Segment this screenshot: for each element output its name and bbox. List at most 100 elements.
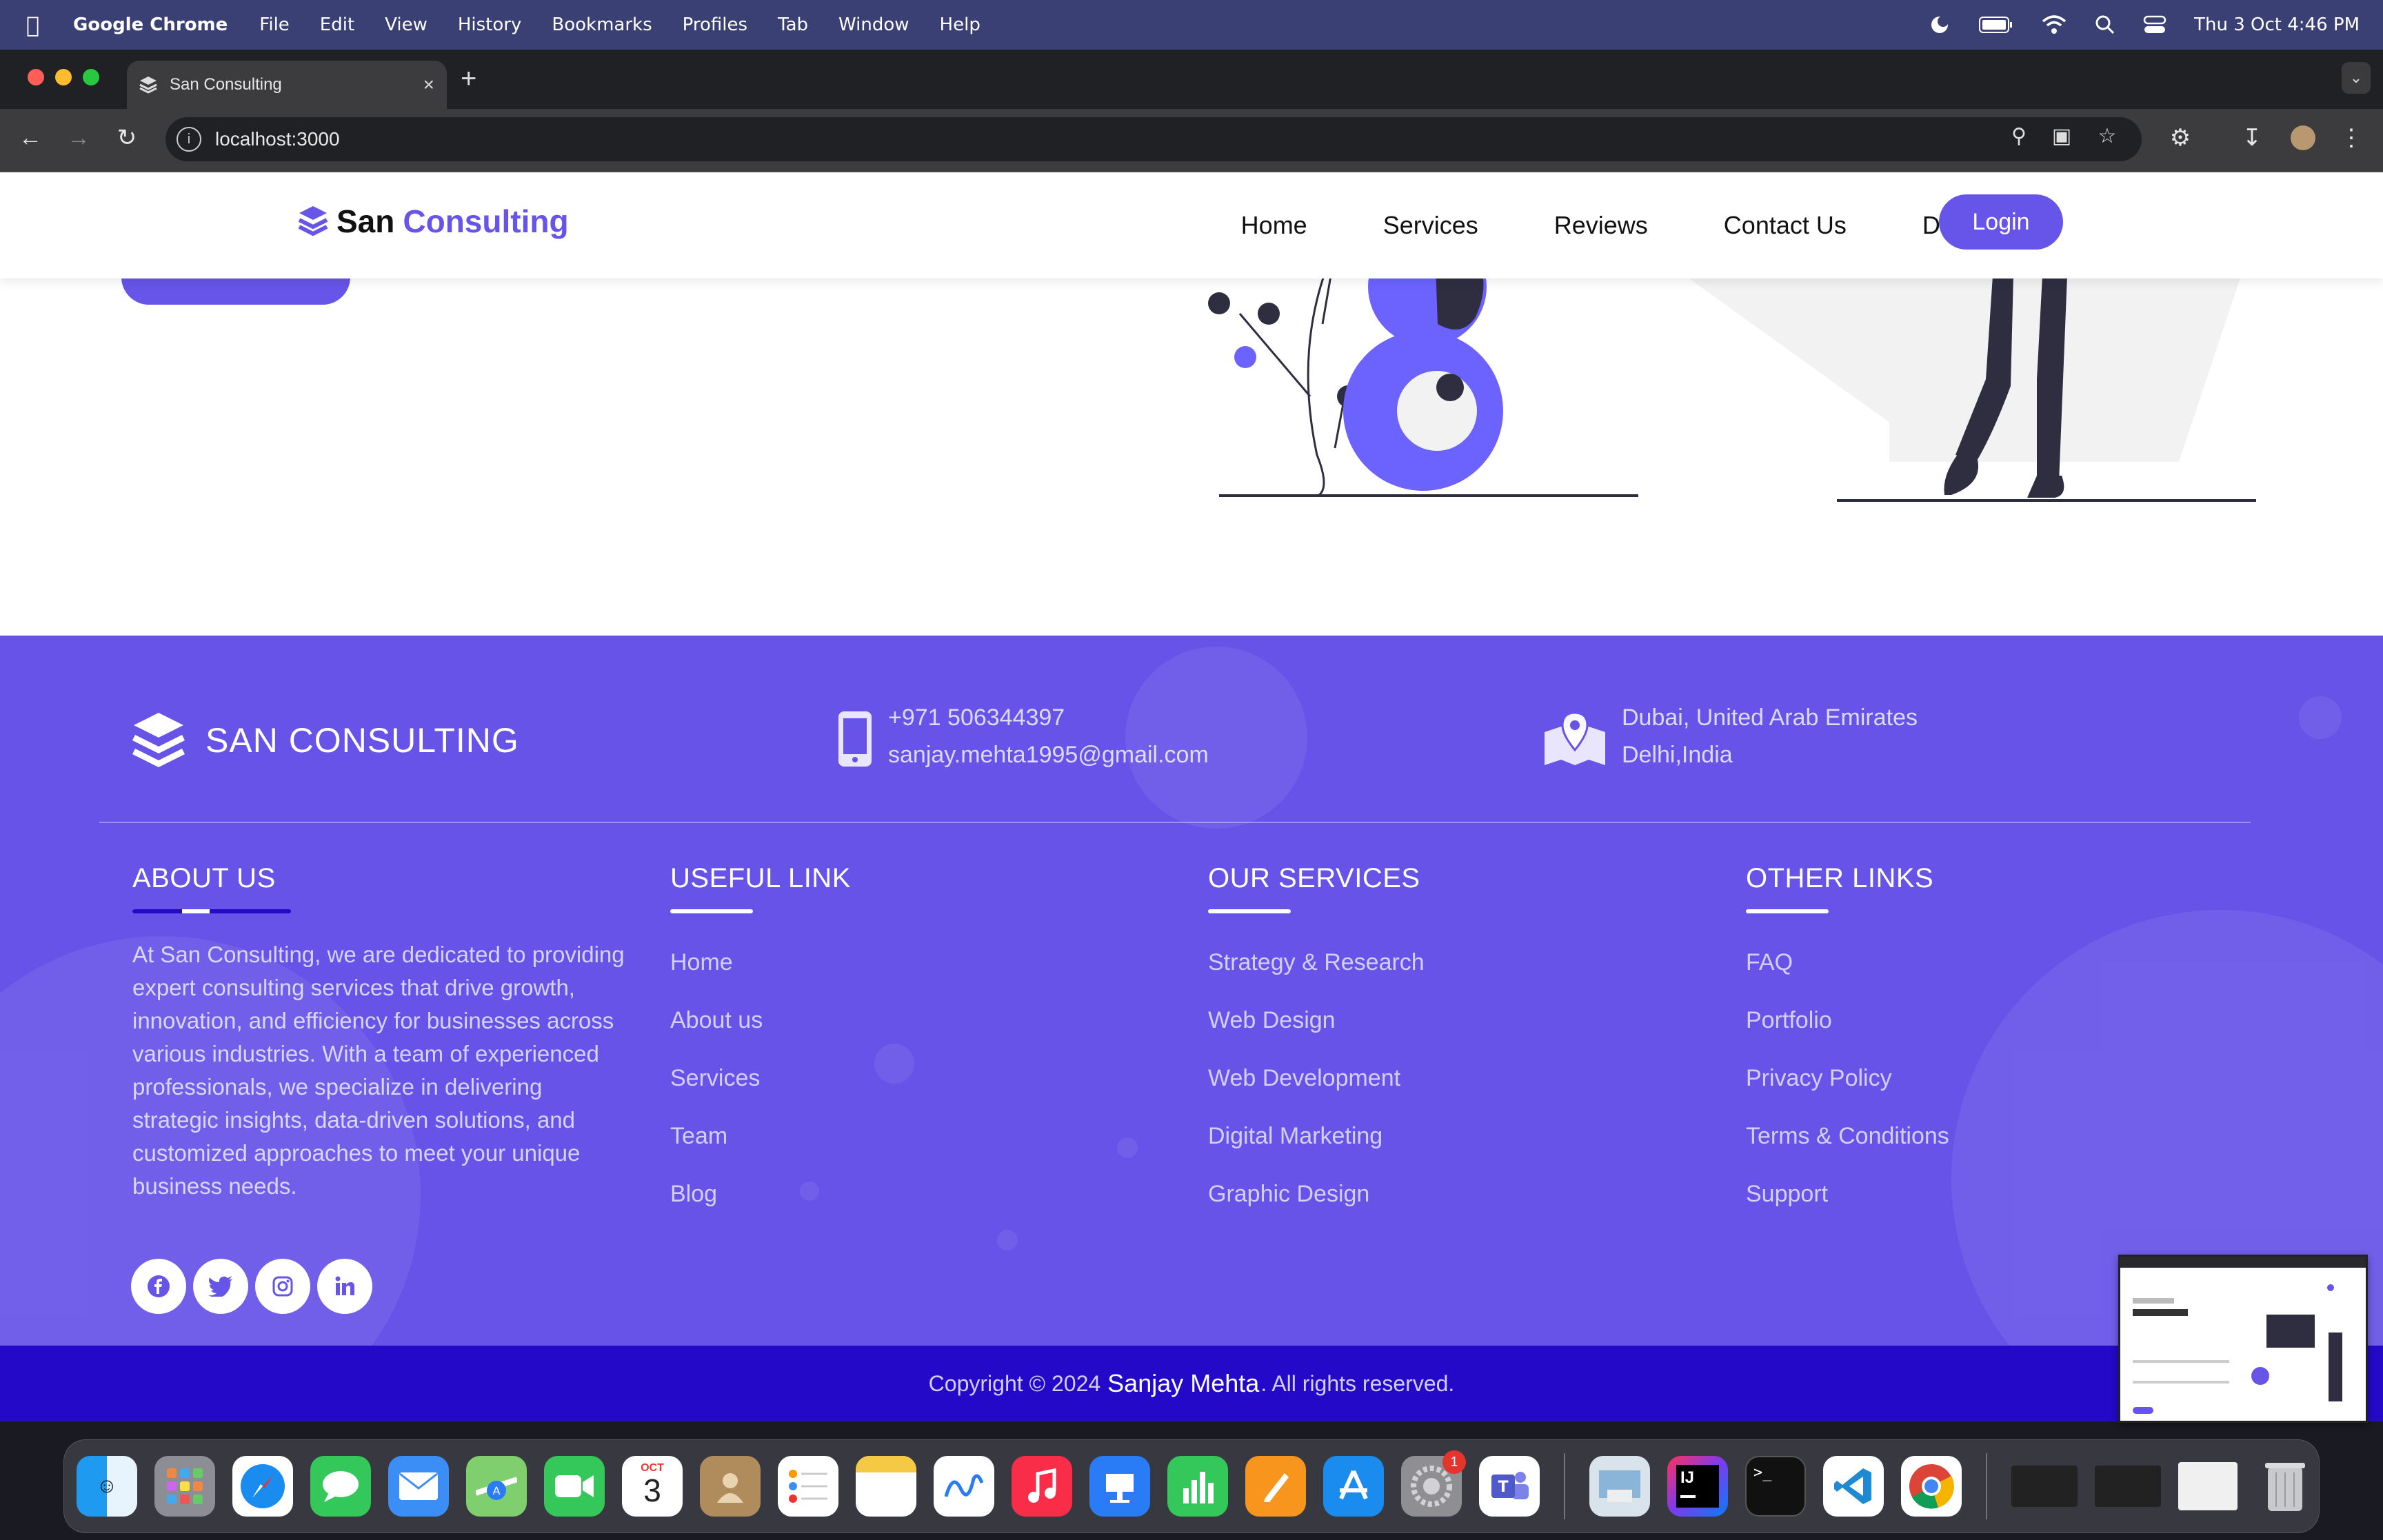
spotlight-search-icon[interactable] (2095, 14, 2115, 35)
address-bar[interactable]: i localhost:3000 ⚲ ▣ ☆ (165, 117, 2142, 161)
twitter-icon[interactable] (193, 1259, 248, 1314)
footer-service-strategy[interactable]: Strategy & Research (1208, 949, 1425, 1007)
chrome-icon[interactable] (1901, 1456, 1962, 1517)
minimized-window-thumbnail[interactable] (2178, 1462, 2238, 1510)
apple-menu-icon[interactable]:  (26, 12, 59, 38)
pages-icon[interactable] (1245, 1456, 1306, 1517)
footer-link-faq[interactable]: FAQ (1746, 949, 1949, 1007)
menu-app-name[interactable]: Google Chrome (73, 14, 228, 35)
footer-link-blog[interactable]: Blog (670, 1181, 851, 1239)
decorative-bubble (2299, 696, 2342, 739)
window-zoom-button[interactable] (83, 69, 99, 85)
bookmark-star-icon[interactable]: ☆ (2092, 124, 2122, 154)
footer-link-home[interactable]: Home (670, 949, 851, 1007)
notes-icon[interactable] (856, 1456, 916, 1517)
menu-history[interactable]: History (458, 14, 522, 35)
footer-link-team[interactable]: Team (670, 1123, 851, 1181)
nav-link-contact-us[interactable]: Contact Us (1724, 211, 1847, 240)
instagram-icon[interactable] (255, 1259, 310, 1314)
login-button[interactable]: Login (1939, 194, 2063, 250)
trash-icon[interactable] (2255, 1456, 2315, 1517)
terminal-icon[interactable]: >_ (1745, 1456, 1806, 1517)
menu-window[interactable]: Window (838, 14, 909, 35)
music-icon[interactable] (1012, 1456, 1072, 1517)
menubar-clock[interactable]: Thu 3 Oct 4:46 PM (2194, 14, 2360, 35)
browser-tab[interactable]: San Consulting × (127, 61, 447, 109)
forward-arrow-icon[interactable]: → (63, 123, 94, 153)
svg-text:T: T (1498, 1479, 1508, 1496)
preview-icon[interactable] (1589, 1456, 1650, 1517)
footer-link-services[interactable]: Services (670, 1065, 851, 1123)
maps-icon[interactable]: A (466, 1456, 527, 1517)
nav-link-home[interactable]: Home (1241, 211, 1307, 240)
keynote-icon[interactable] (1089, 1456, 1150, 1517)
mail-icon[interactable] (388, 1456, 449, 1517)
footer-service-graphic-design[interactable]: Graphic Design (1208, 1181, 1425, 1239)
site-logo[interactable]: San Consulting (296, 203, 569, 240)
contacts-icon[interactable] (700, 1456, 761, 1517)
safari-icon[interactable] (232, 1456, 293, 1517)
footer-link-about-us[interactable]: About us (670, 1007, 851, 1065)
chrome-menu-icon[interactable]: ⋮ (2336, 123, 2366, 153)
launchpad-icon[interactable] (154, 1456, 215, 1517)
facebook-icon[interactable] (131, 1259, 186, 1314)
tab-close-icon[interactable]: × (423, 74, 434, 96)
reload-icon[interactable]: ↻ (112, 123, 142, 153)
menu-help[interactable]: Help (940, 14, 981, 35)
footer-link-support[interactable]: Support (1746, 1181, 1949, 1239)
profile-avatar[interactable] (2288, 123, 2318, 158)
footer-service-web-design[interactable]: Web Design (1208, 1007, 1425, 1065)
footer-email[interactable]: sanjay.mehta1995@gmail.com (888, 736, 1209, 773)
freeform-icon[interactable] (934, 1456, 994, 1517)
finder-icon[interactable]: ☺ (77, 1456, 137, 1517)
menu-bookmarks[interactable]: Bookmarks (552, 14, 652, 35)
tab-search-chevron-icon[interactable]: ⌄ (2342, 62, 2371, 94)
footer-service-web-development[interactable]: Web Development (1208, 1065, 1425, 1123)
password-key-icon[interactable]: ⚲ (2004, 124, 2034, 154)
system-settings-icon[interactable]: 1 (1401, 1450, 1466, 1517)
other-links-heading: OTHER LINKS (1746, 863, 1934, 893)
wifi-icon[interactable] (2041, 14, 2067, 35)
new-tab-button[interactable]: + (461, 63, 476, 94)
numbers-icon[interactable] (1167, 1456, 1228, 1517)
window-close-button[interactable] (28, 69, 44, 85)
footer-logo[interactable]: SAN CONSULTING (131, 711, 519, 769)
downloads-icon[interactable]: ↧ (2237, 123, 2267, 153)
extensions-puzzle-icon[interactable]: ⚙ (2165, 123, 2195, 153)
minimized-window-thumbnail[interactable] (2095, 1466, 2161, 1507)
nav-link-services[interactable]: Services (1383, 211, 1478, 240)
footer-service-digital-marketing[interactable]: Digital Marketing (1208, 1123, 1425, 1181)
copyright-name[interactable]: Sanjay Mehta (1107, 1369, 1259, 1398)
footer-link-portfolio[interactable]: Portfolio (1746, 1007, 1949, 1065)
linkedin-icon[interactable] (317, 1259, 372, 1314)
webpage-viewport: San Consulting Home Services Reviews Con… (0, 172, 2383, 1421)
menu-view[interactable]: View (385, 14, 428, 35)
menu-tab[interactable]: Tab (778, 14, 808, 35)
teams-icon[interactable]: T (1479, 1456, 1540, 1517)
vscode-icon[interactable] (1823, 1456, 1884, 1517)
menu-profiles[interactable]: Profiles (683, 14, 747, 35)
footer-phone[interactable]: +971 506344397 (888, 699, 1065, 736)
messages-icon[interactable] (310, 1456, 371, 1517)
services-heading: OUR SERVICES (1208, 863, 1420, 893)
facetime-icon[interactable] (544, 1456, 605, 1517)
menu-file[interactable]: File (259, 14, 290, 35)
control-center-icon[interactable] (2143, 14, 2166, 35)
nav-link-reviews[interactable]: Reviews (1554, 211, 1648, 240)
address-bar-url[interactable]: localhost:3000 (215, 128, 340, 150)
menu-edit[interactable]: Edit (320, 14, 354, 35)
battery-icon[interactable] (1979, 16, 2013, 34)
footer-link-terms[interactable]: Terms & Conditions (1746, 1123, 1949, 1181)
calendar-icon[interactable]: OCT 3 (622, 1456, 683, 1517)
intellij-idea-icon[interactable]: IJ (1667, 1456, 1728, 1517)
focus-icon[interactable] (1928, 13, 1951, 37)
site-info-icon[interactable]: i (177, 127, 201, 152)
install-app-icon[interactable]: ▣ (2047, 124, 2077, 154)
back-arrow-icon[interactable]: ← (15, 123, 46, 153)
window-minimize-button[interactable] (55, 69, 72, 85)
app-store-icon[interactable] (1323, 1456, 1384, 1517)
reminders-icon[interactable] (778, 1456, 838, 1517)
footer-link-privacy-policy[interactable]: Privacy Policy (1746, 1065, 1949, 1123)
minimized-window-thumbnail[interactable] (2011, 1466, 2078, 1507)
screenshot-thumbnail-preview[interactable] (2118, 1255, 2368, 1423)
